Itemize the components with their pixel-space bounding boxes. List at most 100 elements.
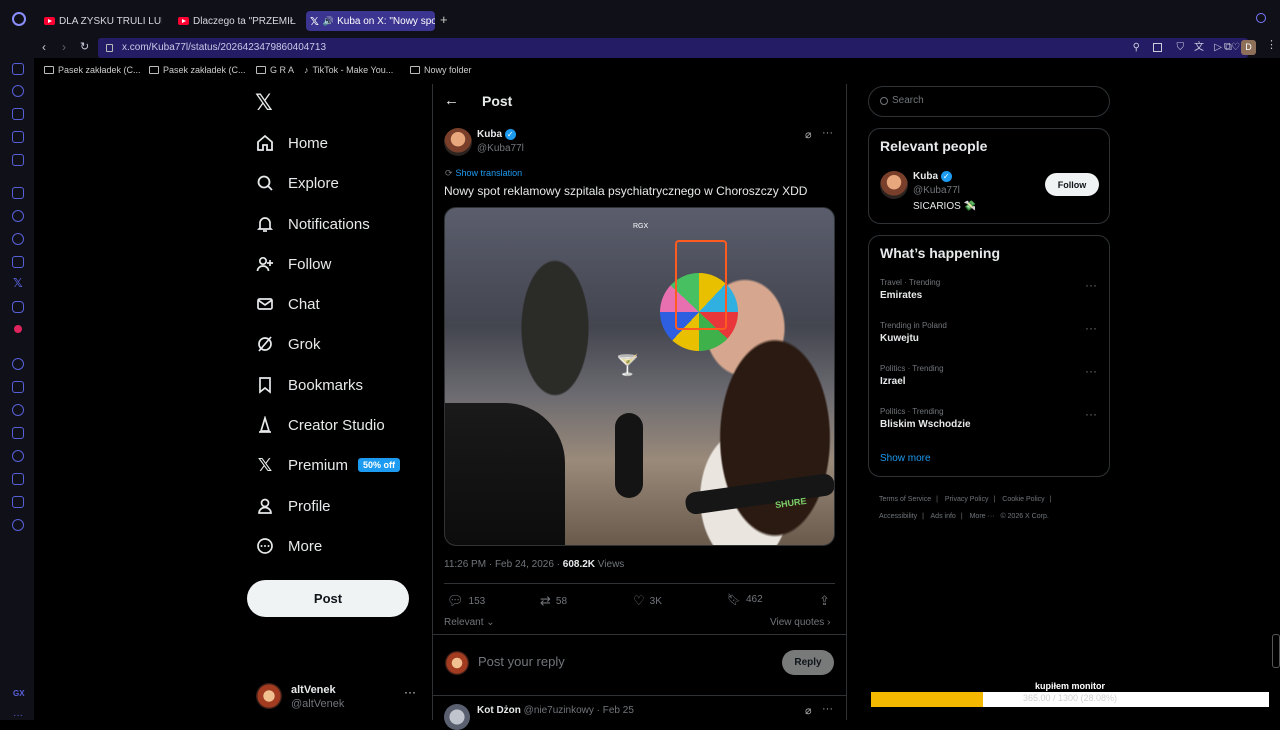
like-action[interactable]: ♡ 3K (633, 593, 662, 609)
trend-more-icon[interactable]: ··· (1085, 364, 1097, 378)
next-reply[interactable]: Kot Dżon @nie7uzinkowy · Feb 25 ⌀ ··· (444, 703, 836, 730)
x-sidebar-icon[interactable]: 𝕏 (13, 276, 23, 290)
nav-premium[interactable]: 𝕏 Premium 50% off (255, 451, 401, 479)
twitch-icon[interactable] (12, 187, 24, 199)
back-icon[interactable]: ‹ (42, 40, 46, 54)
footer-link[interactable]: Cookie Policy (1002, 496, 1044, 503)
bookmark-folder[interactable]: Pasek zakładek (C... (149, 65, 246, 75)
send-icon[interactable] (12, 381, 24, 393)
sort-relevant-dropdown[interactable]: Relevant ⌄ (444, 617, 495, 628)
vr-icon[interactable] (12, 427, 24, 439)
bookmark-tiktok[interactable]: ♪ TikTok - Make You... (304, 65, 393, 75)
new-tab-button[interactable]: + (440, 12, 448, 27)
tab-youtube-2[interactable]: Dlaczego ta "PRZEMIŁA" (174, 11, 296, 31)
tab-x-active[interactable]: 𝕏 🔊 Kuba on X: "Nowy spo (306, 11, 435, 31)
settings-icon[interactable] (12, 519, 24, 531)
share-action[interactable]: ⇪ (819, 593, 830, 609)
reload-icon[interactable]: ↻ (80, 40, 89, 53)
profile-avatar[interactable]: D (1241, 40, 1256, 55)
opera-logo-icon[interactable] (12, 12, 26, 26)
trend-item[interactable]: Travel · Trending Emirates (880, 278, 1100, 301)
url-field[interactable]: x.com/Kuba77l/status/2026423479860404713… (98, 38, 1248, 58)
snapshot-icon[interactable] (1153, 43, 1162, 52)
sidebar-more-icon[interactable]: ··· (13, 710, 23, 721)
trend-item[interactable]: Politics · Trending Izrael (880, 364, 1100, 387)
pin-icon[interactable]: ⚲ (1133, 38, 1140, 58)
show-more-link[interactable]: Show more (880, 453, 931, 464)
back-arrow-icon[interactable]: ← (444, 92, 459, 109)
scroll-handle[interactable] (1272, 634, 1280, 668)
nav-bookmarks[interactable]: Bookmarks (255, 371, 363, 399)
workspace-icon[interactable] (12, 63, 24, 75)
menu-icon[interactable]: ⋮ (1266, 38, 1277, 51)
trend-more-icon[interactable]: ··· (1085, 321, 1097, 335)
history-icon[interactable] (12, 450, 24, 462)
nav-more[interactable]: More (255, 532, 322, 560)
speaker-icon[interactable]: 🔊 (323, 16, 334, 27)
instagram-icon[interactable] (12, 256, 24, 268)
nav-grok[interactable]: Grok (255, 330, 321, 358)
shield-icon[interactable]: ⛉ (1177, 38, 1185, 58)
heart-icon[interactable]: ♡ (1231, 38, 1240, 58)
extensions-sidebar-icon[interactable] (12, 496, 24, 508)
nav-notifications[interactable]: Notifications (255, 210, 370, 238)
reply-grok-icon[interactable]: ⌀ (805, 704, 812, 717)
footer-link[interactable]: Privacy Policy (945, 496, 989, 503)
x-logo-icon[interactable]: 𝕏 (255, 90, 273, 116)
grok-post-icon[interactable]: ⌀ (805, 128, 812, 141)
bookmark-folder[interactable]: Nowy folder (410, 65, 472, 75)
footer-link[interactable]: Accessibility (879, 513, 917, 520)
repost-action[interactable]: ⇄ 58 (540, 593, 567, 609)
nav-home[interactable]: Home (255, 129, 328, 157)
account-switcher[interactable]: altVenek @altVenek ··· (256, 683, 422, 713)
send-tab-icon[interactable]: ▷ (1214, 38, 1222, 58)
download-icon[interactable] (12, 473, 24, 485)
bookmark-folder[interactable]: G R A (256, 65, 294, 75)
footer-link[interactable]: Ads info (931, 513, 956, 520)
discord-icon[interactable] (12, 301, 24, 313)
tab-youtube-1[interactable]: DLA ZYSKU TRULI LUDZI (40, 11, 162, 31)
forward-icon[interactable]: › (62, 40, 66, 54)
spotify-icon[interactable] (12, 358, 24, 370)
author-handle[interactable]: @Kuba77l (477, 143, 524, 154)
person-name-row[interactable]: Kuba ✓ (913, 171, 952, 182)
nav-creator-studio[interactable]: Creator Studio (255, 411, 385, 439)
messenger-icon[interactable] (12, 210, 24, 222)
m-icon[interactable] (12, 154, 24, 166)
author-avatar[interactable] (444, 128, 472, 156)
trend-item[interactable]: Politics · Trending Bliskim Wschodzie (880, 407, 1100, 430)
author-name-row[interactable]: Kuba ✓ (477, 129, 516, 140)
footer-link[interactable]: More ··· (970, 513, 995, 520)
gallery-icon[interactable] (12, 131, 24, 143)
refresh-sidebar-icon[interactable] (12, 85, 24, 97)
post-video[interactable]: 🍸 SHURE RGX (444, 207, 835, 546)
reply-input[interactable]: Post your reply (478, 654, 768, 669)
view-quotes-link[interactable]: View quotes › (770, 617, 830, 628)
nav-chat[interactable]: Chat (255, 290, 320, 318)
ai-icon[interactable] (12, 108, 24, 120)
trend-more-icon[interactable]: ··· (1085, 407, 1097, 421)
search-input[interactable]: Search (868, 86, 1110, 117)
nav-profile[interactable]: Profile (255, 492, 331, 520)
show-translation-link[interactable]: ⟳ Show translation (445, 168, 522, 179)
trend-item[interactable]: Trending in Poland Kuwejtu (880, 321, 1100, 344)
reply-button[interactable]: Reply (782, 650, 834, 675)
person-avatar[interactable] (880, 171, 908, 199)
translate-icon[interactable]: 文 (1194, 38, 1204, 58)
post-more-icon[interactable]: ··· (822, 127, 833, 139)
nav-explore[interactable]: Explore (255, 169, 339, 197)
gx-icon[interactable]: GX (13, 689, 25, 698)
telegram-icon[interactable] (12, 233, 24, 245)
reply-action[interactable]: 💬︎ 153 (447, 593, 485, 609)
extensions-icon[interactable]: ⧉ (1224, 41, 1232, 54)
follow-button[interactable]: Follow (1045, 173, 1099, 196)
heart-sidebar-icon[interactable] (12, 404, 24, 416)
footer-link[interactable]: Terms of Service (879, 496, 931, 503)
tab-search-icon[interactable] (1256, 13, 1266, 23)
bookmark-folder[interactable]: Pasek zakładek (C... (44, 65, 141, 75)
reply-more-icon[interactable]: ··· (822, 703, 833, 715)
account-more-icon[interactable]: ··· (404, 685, 416, 699)
post-button[interactable]: Post (247, 580, 409, 617)
nav-follow[interactable]: Follow (255, 250, 331, 278)
trend-more-icon[interactable]: ··· (1085, 278, 1097, 292)
